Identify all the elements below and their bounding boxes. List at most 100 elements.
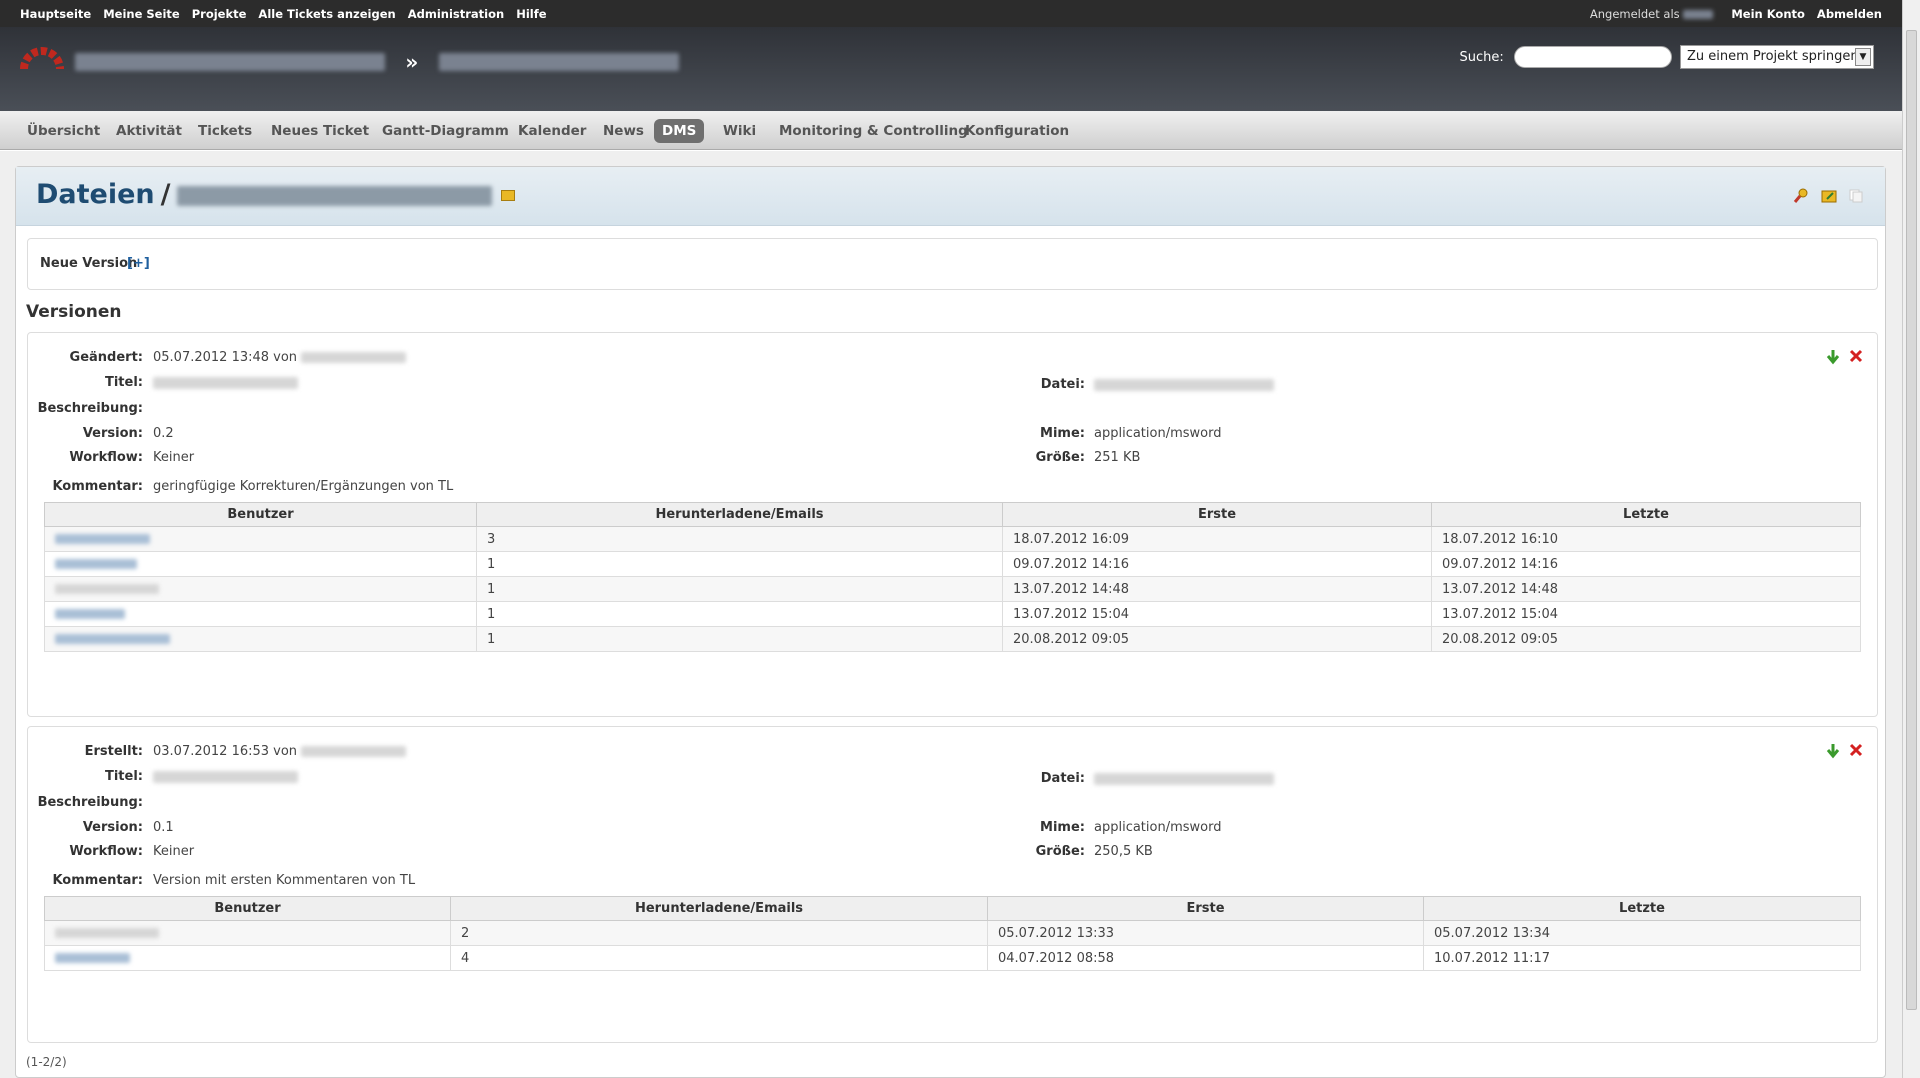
project-jump-select[interactable]: Zu einem Projekt springen... ▼ xyxy=(1680,45,1874,69)
parent-project-blurred[interactable] xyxy=(75,53,385,71)
table-row: 1 20.08.2012 09:05 20.08.2012 09:05 xyxy=(44,626,1861,652)
title-bar: Dateien / xyxy=(16,167,1885,226)
new-version-toggle[interactable]: [+] xyxy=(127,256,150,271)
logged-as: Angemeldet als xyxy=(1590,7,1714,21)
comment-label: Kommentar: xyxy=(52,479,143,494)
document-name-blurred xyxy=(176,185,492,206)
user-link-blurred[interactable] xyxy=(55,953,130,963)
key-icon[interactable] xyxy=(1793,188,1809,204)
created-label: Erstellt: xyxy=(84,744,143,759)
author-blurred[interactable] xyxy=(301,352,407,363)
last-cell: 20.08.2012 09:05 xyxy=(1431,626,1861,652)
table-row: 1 13.07.2012 15:04 13.07.2012 15:04 xyxy=(44,601,1861,627)
size-value: 251 KB xyxy=(1094,450,1141,465)
username-blurred xyxy=(1683,10,1714,19)
file-value-blurred[interactable] xyxy=(1094,773,1274,785)
copy-icon[interactable] xyxy=(1849,189,1865,205)
top-menu-projects[interactable]: Projekte xyxy=(192,7,247,21)
mime-label: Mime: xyxy=(1040,820,1085,835)
search-input[interactable] xyxy=(1513,46,1672,68)
tab-monitoring[interactable]: Monitoring & Controlling xyxy=(771,119,976,143)
last-cell: 13.07.2012 15:04 xyxy=(1431,601,1861,627)
table-row: 4 04.07.2012 08:58 10.07.2012 11:17 xyxy=(44,945,1861,971)
top-menu-my-page[interactable]: Meine Seite xyxy=(103,7,180,21)
table-header-row: Benutzer Herunterladene/Emails Erste Let… xyxy=(44,896,1861,921)
user-link-blurred[interactable] xyxy=(55,634,170,644)
col-downloads: Herunterladene/Emails xyxy=(450,896,988,921)
count-cell: 2 xyxy=(450,920,988,946)
user-link-blurred[interactable] xyxy=(55,534,150,544)
project-jump-label: Zu einem Projekt springen... xyxy=(1687,49,1872,64)
version-label: Version: xyxy=(82,820,143,835)
tab-calendar[interactable]: Kalender xyxy=(510,119,594,143)
count-cell: 4 xyxy=(450,945,988,971)
mime-label: Mime: xyxy=(1040,426,1085,441)
user-cell xyxy=(44,551,477,577)
author-blurred[interactable] xyxy=(301,746,407,757)
tab-gantt[interactable]: Gantt-Diagramm xyxy=(374,119,517,143)
versions-heading: Versionen xyxy=(26,302,122,322)
user-cell xyxy=(44,526,477,552)
scrollbar-thumb[interactable] xyxy=(1906,30,1917,1010)
content-area: Dateien / Neue Version [+] Versionen Geä… xyxy=(0,151,1902,1078)
delete-icon[interactable] xyxy=(1849,743,1865,759)
tab-dms[interactable]: DMS xyxy=(654,119,705,143)
first-cell: 04.07.2012 08:58 xyxy=(987,945,1424,971)
created-value: 03.07.2012 16:53 von xyxy=(153,744,407,759)
delete-icon[interactable] xyxy=(1849,349,1865,365)
my-account-link[interactable]: Mein Konto xyxy=(1731,7,1805,21)
first-cell: 05.07.2012 13:33 xyxy=(987,920,1424,946)
tab-configuration[interactable]: Konfiguration xyxy=(957,119,1077,143)
user-link-blurred[interactable] xyxy=(55,609,125,619)
first-cell: 20.08.2012 09:05 xyxy=(1002,626,1432,652)
main-menu: Übersicht Aktivität Tickets Neues Ticket… xyxy=(0,111,1902,150)
last-cell: 18.07.2012 16:10 xyxy=(1431,526,1861,552)
user-cell xyxy=(44,626,477,652)
folder-edit-icon[interactable] xyxy=(1821,189,1837,205)
top-menu-home[interactable]: Hauptseite xyxy=(20,7,91,21)
first-cell: 13.07.2012 14:48 xyxy=(1002,576,1432,602)
user-link-blurred[interactable] xyxy=(55,559,137,569)
table-row: 1 13.07.2012 14:48 13.07.2012 14:48 xyxy=(44,576,1861,602)
first-cell: 13.07.2012 15:04 xyxy=(1002,601,1432,627)
version-value: 0.1 xyxy=(153,820,174,835)
col-first: Erste xyxy=(1002,502,1432,527)
tab-tickets[interactable]: Tickets xyxy=(190,119,260,143)
top-menu: Hauptseite Meine Seite Projekte Alle Tic… xyxy=(0,0,1902,27)
download-icon[interactable] xyxy=(1825,743,1841,759)
top-menu-help[interactable]: Hilfe xyxy=(516,7,546,21)
breadcrumb-separator: » xyxy=(405,50,419,74)
size-label: Größe: xyxy=(1035,844,1085,859)
top-menu-administration[interactable]: Administration xyxy=(408,7,505,21)
workflow-label: Workflow: xyxy=(69,450,143,465)
count-cell: 1 xyxy=(476,601,1003,627)
content: Dateien / Neue Version [+] Versionen Geä… xyxy=(15,166,1886,1078)
new-version-label: Neue Version xyxy=(40,256,138,271)
tab-wiki[interactable]: Wiki xyxy=(715,119,764,143)
downloads-table: Benutzer Herunterladene/Emails Erste Let… xyxy=(44,896,1861,971)
edit-icon[interactable] xyxy=(500,190,515,201)
title-value-blurred xyxy=(153,771,298,783)
top-menu-all-tickets[interactable]: Alle Tickets anzeigen xyxy=(258,7,395,21)
tab-overview[interactable]: Übersicht xyxy=(19,119,108,143)
tab-news[interactable]: News xyxy=(595,119,652,143)
col-last: Letzte xyxy=(1431,502,1861,527)
mime-value: application/msword xyxy=(1094,426,1222,441)
tab-new-ticket[interactable]: Neues Ticket xyxy=(263,119,377,143)
mime-value: application/msword xyxy=(1094,820,1222,835)
logout-link[interactable]: Abmelden xyxy=(1817,7,1882,21)
workflow-value: Keiner xyxy=(153,450,195,465)
table-header-row: Benutzer Herunterladene/Emails Erste Let… xyxy=(44,502,1861,527)
tab-activity[interactable]: Aktivität xyxy=(108,119,190,143)
version-box-2: Erstellt: 03.07.2012 16:53 von Titel: Da… xyxy=(27,726,1878,1043)
download-icon[interactable] xyxy=(1825,349,1841,365)
chevron-down-icon[interactable]: ▼ xyxy=(1855,48,1871,66)
first-cell: 18.07.2012 16:09 xyxy=(1002,526,1432,552)
size-label: Größe: xyxy=(1035,450,1085,465)
col-user: Benutzer xyxy=(44,502,477,527)
files-link[interactable]: Dateien xyxy=(36,179,155,210)
file-value-blurred[interactable] xyxy=(1094,379,1274,391)
col-downloads: Herunterladene/Emails xyxy=(476,502,1003,527)
vertical-scrollbar[interactable] xyxy=(1902,0,1920,1078)
search-label: Suche: xyxy=(1459,49,1504,65)
